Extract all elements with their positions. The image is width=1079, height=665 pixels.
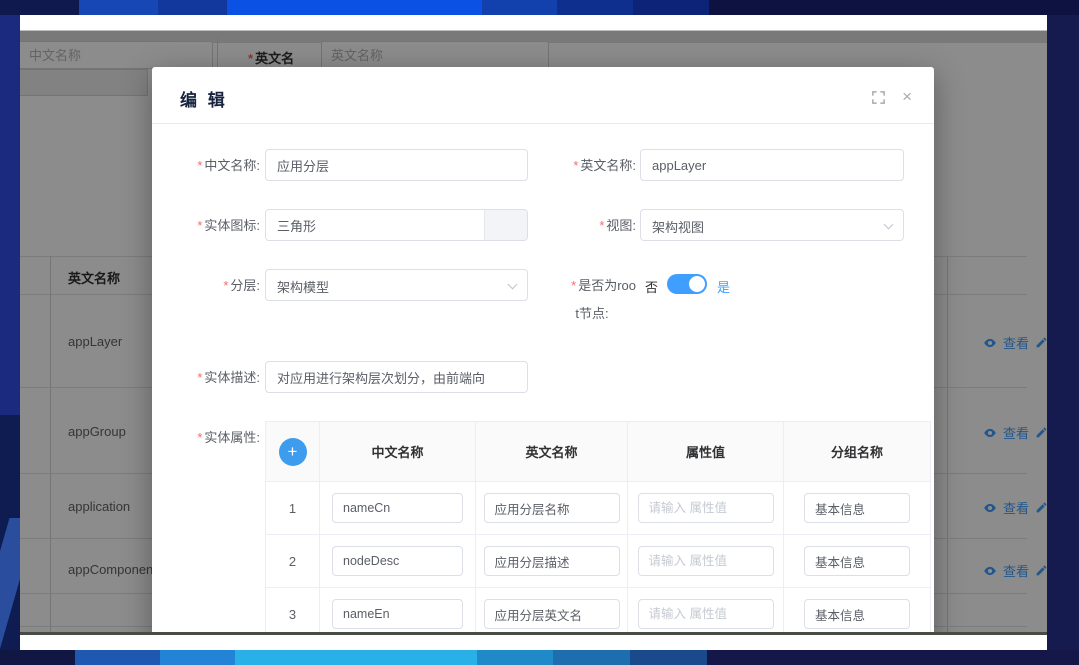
app-viewport: *英文名 英文名称 appLayer appGroup application … [20, 30, 1047, 635]
row-index: 1 [266, 482, 320, 535]
attr-value-input[interactable] [638, 493, 774, 523]
screenshot-frame: *英文名 英文名称 appLayer appGroup application … [0, 0, 1079, 665]
col-header-value: 属性值 [628, 422, 784, 482]
attr-value-input[interactable] [638, 546, 774, 576]
toggle-knob [689, 276, 705, 292]
attr-group-input[interactable] [804, 599, 910, 629]
attrs-table-row: 2 [266, 535, 931, 588]
attr-name-en-input[interactable] [484, 599, 620, 629]
close-icon[interactable]: × [902, 90, 912, 104]
dialog-title: 编 辑 [180, 86, 228, 111]
cn-name-input[interactable] [265, 149, 528, 181]
add-row-button[interactable]: + [279, 438, 307, 466]
attr-name-cn-input[interactable] [332, 546, 463, 576]
en-name-label: *英文名称: [546, 157, 636, 174]
decor-left-band [0, 15, 20, 650]
entity-attrs-label: *实体属性: [170, 429, 260, 446]
attr-name-cn-input[interactable] [332, 493, 463, 523]
view-select[interactable]: 架构视图 [640, 209, 904, 241]
chevron-down-icon [884, 220, 894, 230]
col-header-name-en: 英文名称 [476, 422, 628, 482]
fullscreen-icon[interactable] [871, 90, 886, 110]
row-index: 2 [266, 535, 320, 588]
dialog-header: 编 辑 × [152, 67, 934, 124]
entity-desc-label: *实体描述: [170, 369, 260, 386]
entity-icon-field[interactable] [265, 209, 528, 241]
entity-attrs-table: + 中文名称 英文名称 属性值 分组名称 1 2 [265, 421, 931, 635]
attr-name-en-input[interactable] [484, 546, 620, 576]
entity-desc-input[interactable] [265, 361, 528, 393]
icon-picker-button[interactable] [484, 210, 527, 240]
entity-icon-input[interactable] [266, 210, 484, 240]
root-node-toggle[interactable] [667, 274, 707, 294]
col-header-group: 分组名称 [784, 422, 931, 482]
toggle-on-text: 是 [717, 277, 730, 296]
chevron-down-icon [508, 280, 518, 290]
toggle-off-text: 否 [645, 277, 658, 296]
attr-group-input[interactable] [804, 546, 910, 576]
layer-label: *分层: [170, 277, 260, 294]
cn-name-label: *中文名称: [170, 157, 260, 174]
attr-group-input[interactable] [804, 493, 910, 523]
en-name-input[interactable] [640, 149, 904, 181]
decor-bottom-bar [0, 650, 1079, 665]
is-root-label: *是否为roo t节点: [548, 277, 636, 322]
attrs-table-header-row: + 中文名称 英文名称 属性值 分组名称 [266, 422, 931, 482]
attrs-table-row: 1 [266, 482, 931, 535]
decor-right-band [1047, 15, 1079, 650]
edit-dialog: 编 辑 × *中文名称: *英文名称: *实体图标: [152, 67, 934, 635]
entity-icon-label: *实体图标: [170, 217, 260, 234]
attr-value-input[interactable] [638, 599, 774, 629]
decor-top-bar [0, 0, 1079, 15]
row-index: 3 [266, 588, 320, 636]
attr-name-cn-input[interactable] [332, 599, 463, 629]
col-header-name-cn: 中文名称 [320, 422, 476, 482]
decor-diagonal-shape [0, 518, 20, 650]
layer-select[interactable]: 架构模型 [265, 269, 528, 301]
attr-name-en-input[interactable] [484, 493, 620, 523]
view-label: *视图: [546, 217, 636, 234]
app-page: *英文名 英文名称 appLayer appGroup application … [20, 15, 1047, 650]
attrs-table-row: 3 [266, 588, 931, 636]
